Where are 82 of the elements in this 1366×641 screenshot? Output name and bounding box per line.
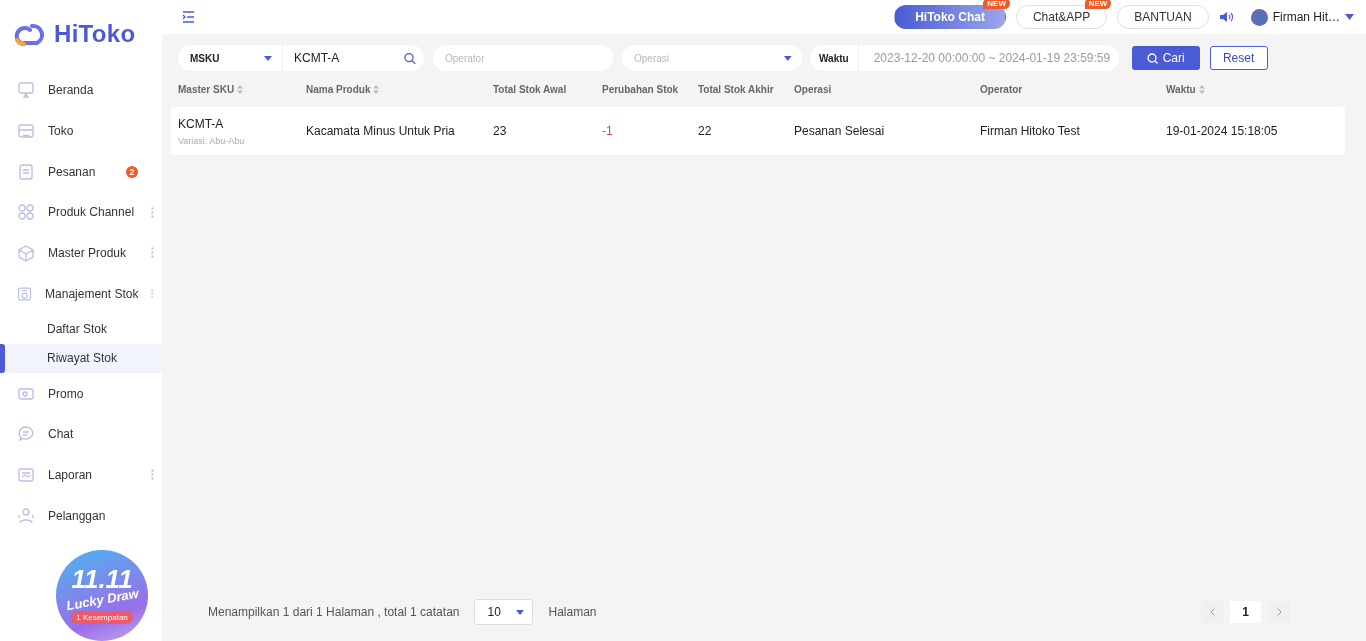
table-cell-text: 19-01-2024 15:18:05	[1165, 124, 1279, 138]
chevron-left-icon	[1209, 608, 1215, 616]
sidebar-subitem[interactable]: Daftar Stok	[0, 313, 162, 344]
new-badge: NEW	[1084, 0, 1112, 9]
promo-count-badge: 1 Kesempatan	[71, 611, 133, 625]
kebab-icon[interactable]	[151, 288, 154, 299]
people-icon	[17, 506, 35, 525]
column-header: Perubahan Stok	[602, 83, 679, 95]
reset-button[interactable]: Reset	[1209, 46, 1268, 70]
count-badge: 2	[126, 165, 138, 178]
page-size-suffix: Halaman	[548, 605, 597, 619]
caret-down-icon	[516, 609, 525, 615]
next-page-button[interactable]	[1268, 601, 1290, 623]
table-cell-text: Kacamata Minus Untuk Pria	[305, 124, 456, 138]
sort-icon[interactable]	[1198, 84, 1205, 94]
table-cell-text: 22	[697, 124, 713, 138]
search-icon[interactable]	[404, 51, 416, 65]
column-header: Total Stok Akhir	[698, 83, 774, 95]
sort-icon[interactable]	[237, 84, 244, 94]
search-button[interactable]: Cari	[1131, 46, 1200, 70]
caret-down-icon	[784, 55, 792, 61]
operasi-dropdown[interactable]: Operasi	[622, 45, 802, 71]
table-cell-text: -1	[601, 124, 614, 138]
grid-icon	[17, 203, 35, 222]
page-size-dropdown[interactable]: 10	[474, 599, 534, 625]
report-icon	[17, 465, 35, 484]
sidebar-item[interactable]: Master Produk	[0, 232, 162, 274]
header-button[interactable]: BANTUAN	[1117, 5, 1209, 29]
caret-down-icon	[264, 55, 272, 61]
sidebar-item[interactable]: Pelanggan	[0, 495, 162, 536]
brand-name: HiToko	[54, 20, 136, 48]
clipboard-icon	[17, 162, 35, 181]
date-range-label: Waktu	[810, 45, 859, 71]
sidebar-item[interactable]: Beranda	[0, 70, 162, 111]
header-button[interactable]: Chat&APP	[1015, 5, 1108, 29]
column-header: Operator	[980, 83, 1023, 95]
sidebar-item[interactable]: Promo	[0, 373, 162, 414]
table-cell-text: Firman Hitoko Test	[979, 124, 1081, 138]
chat-bubble-icon	[17, 425, 35, 444]
operator-input[interactable]: Operator	[445, 47, 603, 69]
speaker-icon[interactable]	[1218, 11, 1235, 23]
header-button[interactable]: HiToko Chat	[894, 5, 1006, 29]
column-header: Operasi	[794, 83, 832, 95]
page-number-button[interactable]: 1	[1230, 601, 1261, 623]
table-cell-text: 23	[492, 124, 508, 138]
sku-search-input[interactable]: KCMT-A	[294, 47, 405, 69]
sku-text: KCMT-A	[178, 116, 225, 131]
sidebar-item[interactable]: Laporan	[0, 454, 162, 496]
sidebar-item[interactable]: Manajement Stok	[0, 273, 162, 314]
sidebar-subitem[interactable]: Riwayat Stok	[0, 343, 162, 374]
table-cell-text: Pesanan Selesai	[793, 124, 886, 138]
promo-title: 11.11	[71, 566, 133, 593]
chevron-right-icon	[1276, 608, 1282, 616]
cube-icon	[17, 243, 35, 262]
sku-search-field[interactable]: KCMT-A	[283, 45, 424, 71]
sidebar-item[interactable]: Toko	[0, 110, 162, 152]
variation-text: Variasi: Abu-Abu	[178, 135, 246, 146]
column-header[interactable]: Master SKU	[178, 83, 235, 95]
sort-icon[interactable]	[373, 84, 380, 94]
avatar[interactable]	[1250, 8, 1268, 26]
kebab-icon[interactable]	[151, 469, 154, 481]
search-icon	[1146, 52, 1158, 64]
previous-page-button[interactable]	[1201, 601, 1223, 623]
kebab-icon[interactable]	[151, 206, 154, 218]
column-header[interactable]: Waktu	[1166, 83, 1196, 95]
sku-type-dropdown[interactable]: MSKU	[178, 45, 283, 71]
stock-box-icon	[17, 284, 33, 303]
store-icon	[17, 121, 35, 140]
column-header[interactable]: Nama Produk	[306, 83, 371, 95]
pagination-summary: Menampilkan 1 dari 1 Halaman , total 1 catatan	[208, 605, 460, 619]
column-header: Total Stok Awal	[493, 83, 567, 95]
monitor-icon	[17, 81, 35, 100]
sidebar-item[interactable]: Chat	[0, 413, 162, 455]
user-name[interactable]: Firman Hit…	[1272, 10, 1340, 24]
caret-down-icon[interactable]	[1345, 14, 1354, 20]
kebab-icon[interactable]	[151, 247, 154, 259]
menu-icon[interactable]	[182, 11, 195, 23]
operasi-input[interactable]: Operasi	[634, 47, 785, 69]
operator-field[interactable]: Operator	[433, 45, 613, 71]
sidebar-item[interactable]: Pesanan 2	[0, 151, 162, 192]
new-badge: NEW	[983, 0, 1010, 9]
sidebar-item[interactable]: Produk Channel	[0, 191, 162, 233]
